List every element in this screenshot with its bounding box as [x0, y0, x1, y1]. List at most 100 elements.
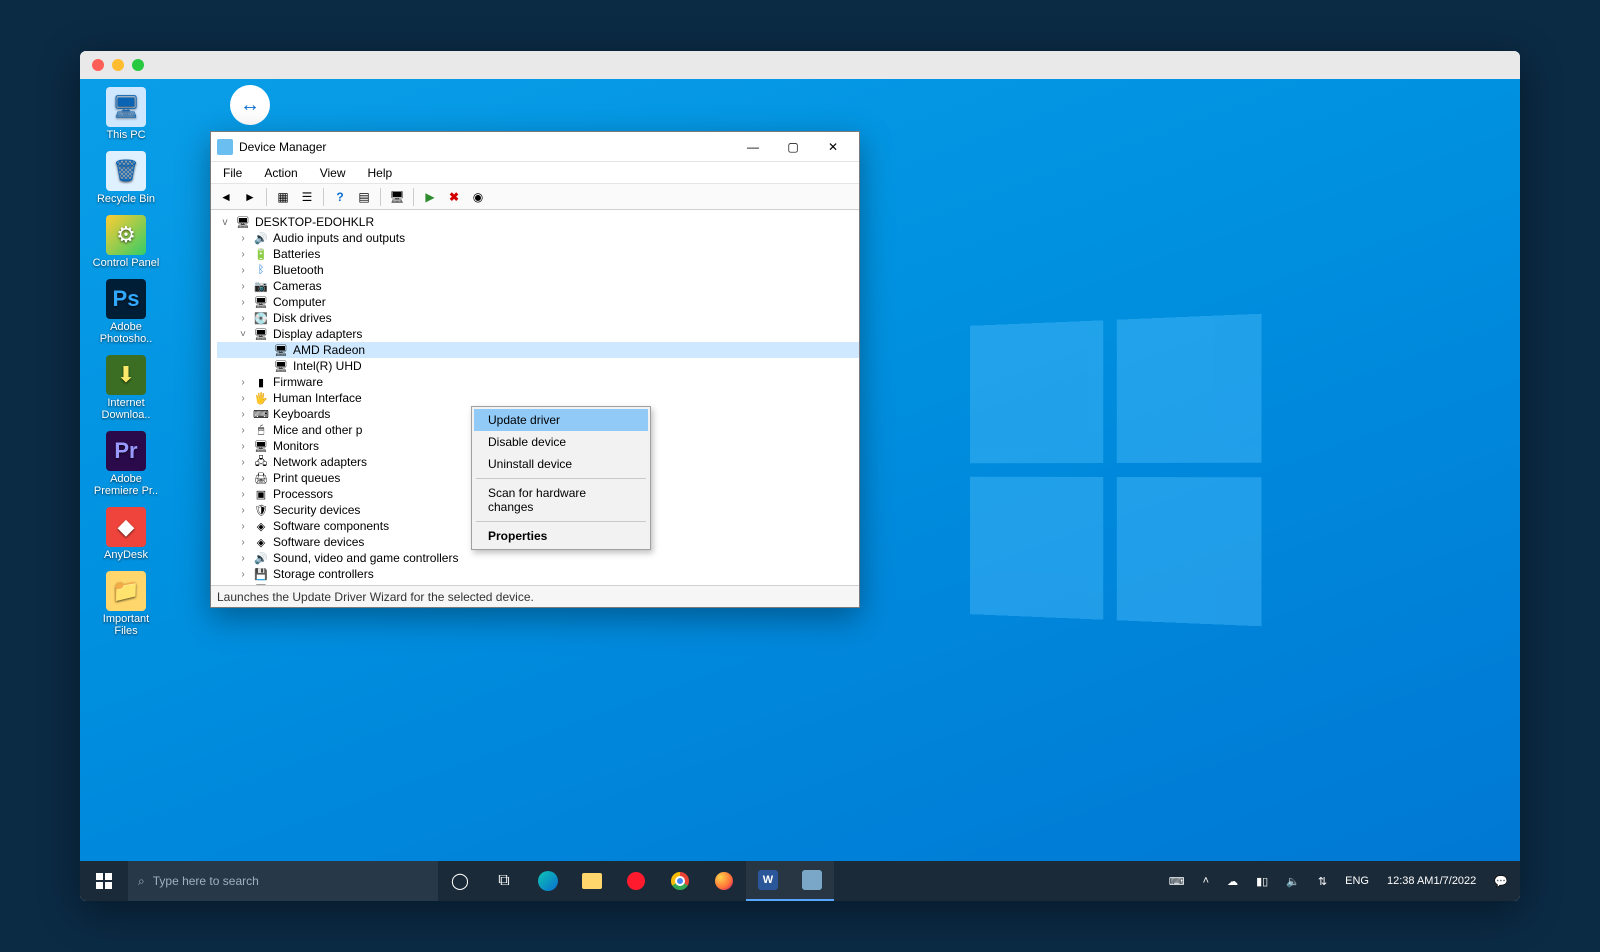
desktop-icon-fold[interactable]: 📁Important Files [90, 571, 162, 637]
word-icon[interactable]: W [746, 861, 790, 901]
context-disable-device[interactable]: Disable device [474, 431, 648, 453]
mac-minimize-button[interactable] [112, 59, 124, 71]
toolbar[interactable]: ◄ ► ▦ ☰ ? ▤ 🖥 ▶ ✖ ◉ [211, 184, 859, 210]
task-view-button[interactable]: ⧉ [482, 861, 526, 901]
clock[interactable]: 12:38 AM 1/7/2022 [1383, 861, 1480, 901]
tree-node[interactable]: 🖥AMD Radeon [217, 342, 859, 358]
context-uninstall-device[interactable]: Uninstall device [474, 453, 648, 475]
desktop-icon-pr[interactable]: PrAdobe Premiere Pr.. [90, 431, 162, 497]
uninstall-button[interactable]: ✖ [443, 186, 465, 208]
explorer-icon[interactable] [570, 861, 614, 901]
expand-icon[interactable]: › [237, 585, 249, 586]
refresh-button[interactable]: ▤ [353, 186, 375, 208]
device-icon: 🔋 [253, 247, 269, 261]
language-indicator[interactable]: ENG [1341, 861, 1373, 901]
properties-button[interactable]: ☰ [296, 186, 318, 208]
taskbar[interactable]: ⌕ Type here to search ◯ ⧉ W ⌨ ˄ ☁ ▮▯ 🔈 ⇅… [80, 861, 1520, 901]
scan-button[interactable]: ◉ [467, 186, 489, 208]
desktop-icon-cpl[interactable]: ⚙Control Panel [90, 215, 162, 269]
expand-icon[interactable]: › [237, 473, 249, 484]
action-center-icon[interactable]: 💬 [1490, 861, 1512, 901]
tree-node[interactable]: 🖥Intel(R) UHD [217, 358, 859, 374]
expand-icon[interactable]: › [237, 393, 249, 404]
tree-node[interactable]: ›🔊Sound, video and game controllers [217, 550, 859, 566]
expand-icon[interactable]: › [237, 553, 249, 564]
device-manager-taskbar-icon[interactable] [790, 861, 834, 901]
cortana-button[interactable]: ◯ [438, 861, 482, 901]
expand-icon[interactable]: › [237, 281, 249, 292]
opera-icon[interactable] [614, 861, 658, 901]
device-manager-window[interactable]: Device Manager — ▢ ✕ FileActionViewHelp … [210, 131, 860, 608]
tree-node[interactable]: ›🔊Audio inputs and outputs [217, 230, 859, 246]
tree-node[interactable]: ›💽Disk drives [217, 310, 859, 326]
expand-icon[interactable]: › [237, 441, 249, 452]
desktop-icon-ps[interactable]: PsAdobe Photosho.. [90, 279, 162, 345]
mac-close-button[interactable] [92, 59, 104, 71]
input-indicator-icon[interactable]: ⌨ [1165, 861, 1189, 901]
desktop-icon-idm[interactable]: ⬇Internet Downloa.. [90, 355, 162, 421]
expand-icon[interactable]: › [237, 377, 249, 388]
context-properties[interactable]: Properties [474, 525, 648, 547]
forward-button[interactable]: ► [239, 186, 261, 208]
expand-icon[interactable]: › [237, 537, 249, 548]
tree-node[interactable]: v🖥DESKTOP-EDOHKLR [217, 214, 859, 230]
expand-icon[interactable]: › [237, 521, 249, 532]
enable-button[interactable]: ▶ [419, 186, 441, 208]
context-menu[interactable]: Update driverDisable deviceUninstall dev… [471, 406, 651, 550]
show-hidden-button[interactable]: ▦ [272, 186, 294, 208]
tree-node[interactable]: ›🖐Human Interface [217, 390, 859, 406]
search-box[interactable]: ⌕ Type here to search [128, 861, 438, 901]
menu-help[interactable]: Help [364, 164, 397, 182]
volume-icon[interactable]: 🔈 [1282, 861, 1304, 901]
tree-node[interactable]: ›▮Firmware [217, 374, 859, 390]
windows-desktop[interactable]: ↔ 🖥This PC 🗑Recycle Bin ⚙Control Panel PsAd… [80, 79, 1520, 861]
mac-zoom-button[interactable] [132, 59, 144, 71]
back-button[interactable]: ◄ [215, 186, 237, 208]
expand-icon[interactable]: › [237, 457, 249, 468]
tree-node[interactable]: ›💾Storage controllers [217, 566, 859, 582]
tree-node[interactable]: ›🔋Batteries [217, 246, 859, 262]
help-button[interactable]: ? [329, 186, 351, 208]
tree-node[interactable]: ›🖥System devices [217, 582, 859, 585]
context-scan-for-hardware-changes[interactable]: Scan for hardware changes [474, 482, 648, 518]
maximize-button[interactable]: ▢ [773, 132, 813, 161]
close-button[interactable]: ✕ [813, 132, 853, 161]
edge-icon[interactable] [526, 861, 570, 901]
title-bar[interactable]: Device Manager — ▢ ✕ [211, 132, 859, 162]
expand-icon[interactable]: › [237, 425, 249, 436]
expand-icon[interactable]: › [237, 489, 249, 500]
expand-icon[interactable]: › [237, 265, 249, 276]
chrome-icon[interactable] [658, 861, 702, 901]
expand-icon[interactable]: › [237, 249, 249, 260]
menu-bar[interactable]: File Action View Help [211, 162, 859, 184]
menu-view[interactable]: View [316, 164, 350, 182]
context-update-driver[interactable]: Update driver [474, 409, 648, 431]
tree-node[interactable]: ›📷Cameras [217, 278, 859, 294]
menu-file[interactable]: File [219, 164, 246, 182]
desktop-icon-bin[interactable]: 🗑Recycle Bin [90, 151, 162, 205]
expand-icon[interactable]: › [237, 233, 249, 244]
system-tray[interactable]: ⌨ ˄ ☁ ▮▯ 🔈 ⇅ ENG 12:38 AM 1/7/2022 💬 [1165, 861, 1520, 901]
expand-icon[interactable]: › [237, 313, 249, 324]
firefox-icon[interactable] [702, 861, 746, 901]
minimize-button[interactable]: — [733, 132, 773, 161]
expand-icon[interactable]: › [237, 505, 249, 516]
expand-icon[interactable]: ˅ [237, 329, 249, 340]
update-driver-button[interactable]: 🖥 [386, 186, 408, 208]
tree-node[interactable]: ›🖥Computer [217, 294, 859, 310]
tree-node[interactable]: ›ᛒBluetooth [217, 262, 859, 278]
start-button[interactable] [80, 861, 128, 901]
expand-icon[interactable]: v [219, 217, 231, 228]
expand-icon[interactable]: › [237, 409, 249, 420]
desktop-icon-any[interactable]: ◆AnyDesk [90, 507, 162, 561]
wifi-icon[interactable]: ⇅ [1314, 861, 1331, 901]
expand-icon[interactable]: › [237, 569, 249, 580]
battery-icon[interactable]: ▮▯ [1252, 861, 1272, 901]
menu-action[interactable]: Action [260, 164, 301, 182]
desktop-icon-pc[interactable]: 🖥This PC [90, 87, 162, 141]
expand-icon[interactable]: › [237, 297, 249, 308]
tree-node[interactable]: ˅🖥Display adapters [217, 326, 859, 342]
tray-chevron-icon[interactable]: ˄ [1199, 861, 1213, 901]
onedrive-icon[interactable]: ☁ [1223, 861, 1242, 901]
teamviewer-icon[interactable]: ↔ [230, 85, 270, 125]
